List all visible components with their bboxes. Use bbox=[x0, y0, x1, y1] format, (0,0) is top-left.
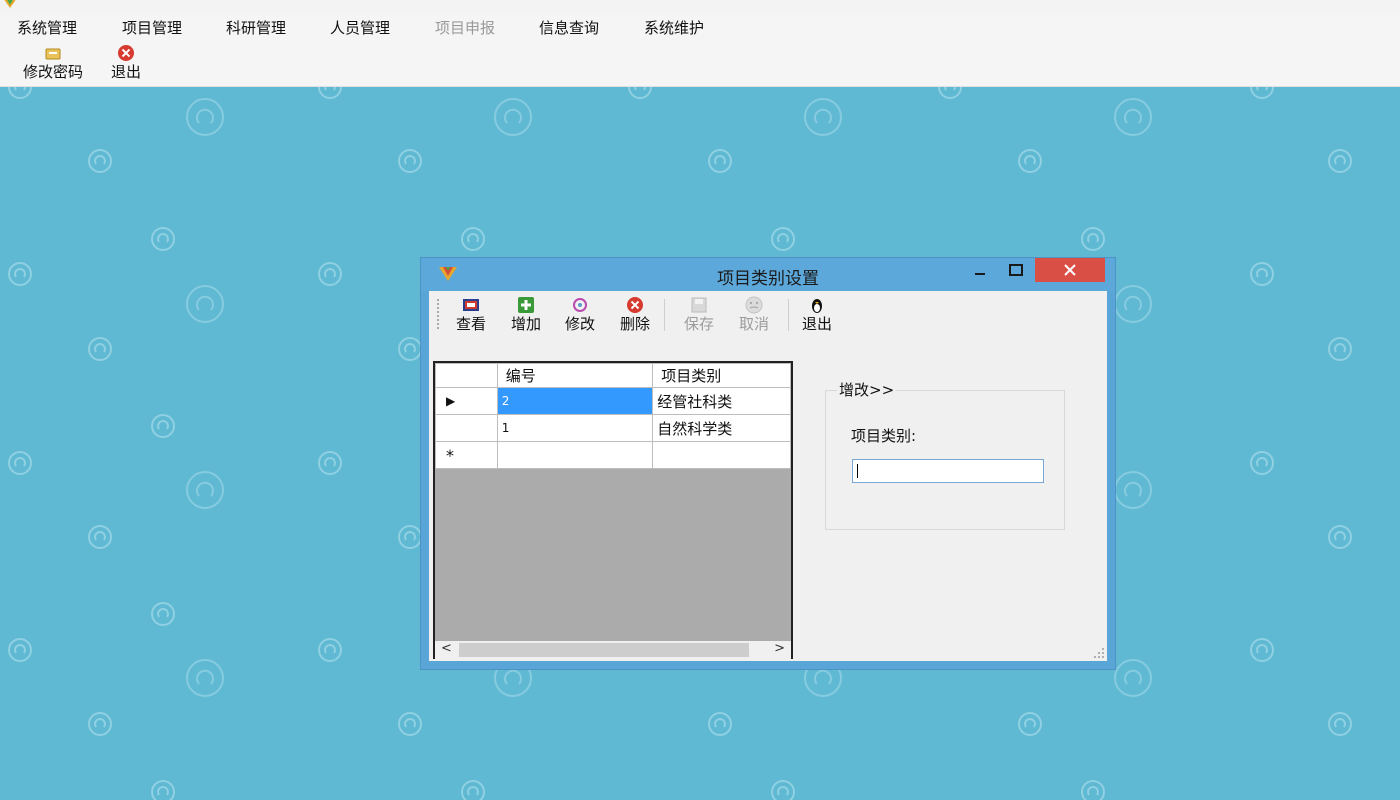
minimize-button[interactable] bbox=[963, 258, 997, 282]
category-input[interactable] bbox=[852, 459, 1044, 483]
main-toolbar: 修改密码 退出 bbox=[0, 41, 1400, 87]
grid-header-row: 编号 项目类别 bbox=[435, 363, 791, 388]
toolbar-grip[interactable] bbox=[437, 299, 440, 329]
exit-label: 退出 bbox=[110, 63, 141, 81]
menu-system-management[interactable]: 系统管理 bbox=[17, 17, 77, 39]
cancel-icon bbox=[745, 296, 763, 314]
add-button[interactable]: 增加 bbox=[506, 296, 546, 336]
view-button[interactable]: 查看 bbox=[451, 296, 491, 336]
grid-cell-category[interactable]: 经管社科类 bbox=[652, 387, 791, 415]
close-icon bbox=[1064, 264, 1076, 276]
plus-icon bbox=[518, 297, 534, 313]
penguin-icon bbox=[812, 299, 822, 313]
view-label: 查看 bbox=[455, 315, 486, 333]
dialog-exit-button[interactable]: 退出 bbox=[797, 296, 837, 336]
key-folder-icon bbox=[45, 48, 61, 60]
edit-button[interactable]: 修改 bbox=[560, 296, 600, 336]
change-password-button[interactable]: 修改密码 bbox=[15, 44, 91, 86]
close-circle-icon bbox=[118, 45, 134, 61]
save-icon bbox=[691, 297, 707, 313]
resize-grip-icon[interactable] bbox=[1093, 647, 1105, 659]
delete-button[interactable]: 删除 bbox=[615, 296, 655, 336]
edit-icon bbox=[573, 298, 587, 312]
save-label: 保存 bbox=[683, 315, 714, 333]
grid-cell-category[interactable]: 自然科学类 bbox=[652, 414, 791, 442]
row-header-corner bbox=[435, 363, 498, 388]
menu-research-management[interactable]: 科研管理 bbox=[226, 17, 286, 39]
table-row[interactable]: ▶ 2 经管社科类 bbox=[435, 387, 791, 415]
add-label: 增加 bbox=[510, 315, 541, 333]
minimize-icon bbox=[975, 273, 985, 275]
grid-cell-category[interactable] bbox=[652, 441, 791, 469]
scroll-left-icon[interactable]: < bbox=[441, 641, 452, 656]
category-table: 编号 项目类别 ▶ 2 经管社科类 1 自然科学类 * bbox=[435, 363, 791, 469]
dialog-body: 查看 增加 修改 删除 保存 取消 退出 编号 项目类别 ▶ 2 经管社科类 1… bbox=[429, 291, 1107, 661]
category-grid[interactable]: 编号 项目类别 ▶ 2 经管社科类 1 自然科学类 * < > bbox=[433, 361, 793, 659]
new-row-marker-icon: * bbox=[435, 441, 498, 469]
column-header-id[interactable]: 编号 bbox=[496, 363, 654, 388]
change-password-label: 修改密码 bbox=[22, 63, 83, 81]
new-row[interactable]: * bbox=[435, 441, 791, 469]
edit-group-title: 增改>> bbox=[837, 379, 897, 400]
view-icon bbox=[463, 299, 479, 311]
app-logo-icon bbox=[4, 0, 16, 8]
text-caret bbox=[857, 464, 858, 478]
category-field-label: 项目类别: bbox=[851, 427, 917, 445]
menu-system-maintenance[interactable]: 系统维护 bbox=[644, 17, 704, 39]
exit-button[interactable]: 退出 bbox=[106, 44, 146, 86]
column-header-category[interactable]: 项目类别 bbox=[652, 363, 791, 388]
maximize-icon bbox=[1009, 264, 1023, 276]
grid-cell-id[interactable] bbox=[496, 441, 654, 469]
cancel-label: 取消 bbox=[738, 315, 769, 333]
save-button[interactable]: 保存 bbox=[679, 296, 719, 336]
row-selector-arrow-icon[interactable]: ▶ bbox=[435, 387, 498, 415]
dialog-title-bar[interactable]: 项目类别设置 bbox=[421, 258, 1115, 291]
dialog-toolbar: 查看 增加 修改 删除 保存 取消 退出 bbox=[429, 291, 1107, 337]
maximize-button[interactable] bbox=[999, 258, 1033, 282]
menu-info-query[interactable]: 信息查询 bbox=[539, 17, 599, 39]
delete-label: 删除 bbox=[619, 315, 650, 333]
cancel-button[interactable]: 取消 bbox=[734, 296, 774, 336]
table-row[interactable]: 1 自然科学类 bbox=[435, 414, 791, 442]
row-header[interactable] bbox=[435, 414, 498, 442]
menu-personnel-management[interactable]: 人员管理 bbox=[330, 17, 390, 39]
menu-project-application[interactable]: 项目申报 bbox=[435, 17, 495, 39]
grid-cell-id[interactable]: 2 bbox=[496, 387, 654, 415]
toolbar-separator bbox=[788, 299, 789, 331]
close-button[interactable] bbox=[1035, 258, 1105, 282]
delete-icon bbox=[627, 297, 643, 313]
dialog-exit-label: 退出 bbox=[801, 315, 832, 333]
menu-project-management[interactable]: 项目管理 bbox=[122, 17, 182, 39]
app-title-bar bbox=[0, 0, 1400, 13]
scroll-right-icon[interactable]: > bbox=[774, 641, 785, 656]
project-category-dialog: 项目类别设置 查看 增加 修改 删除 保存 取消 退出 编号 项目类别 ▶ 2 … bbox=[420, 257, 1116, 670]
grid-cell-id[interactable]: 1 bbox=[496, 414, 654, 442]
horizontal-scrollbar[interactable]: < > bbox=[435, 641, 791, 659]
toolbar-separator bbox=[664, 299, 665, 331]
scrollbar-thumb[interactable] bbox=[459, 643, 749, 657]
edit-label: 修改 bbox=[564, 315, 595, 333]
main-menu-bar: 系统管理 项目管理 科研管理 人员管理 项目申报 信息查询 系统维护 bbox=[0, 13, 1400, 41]
